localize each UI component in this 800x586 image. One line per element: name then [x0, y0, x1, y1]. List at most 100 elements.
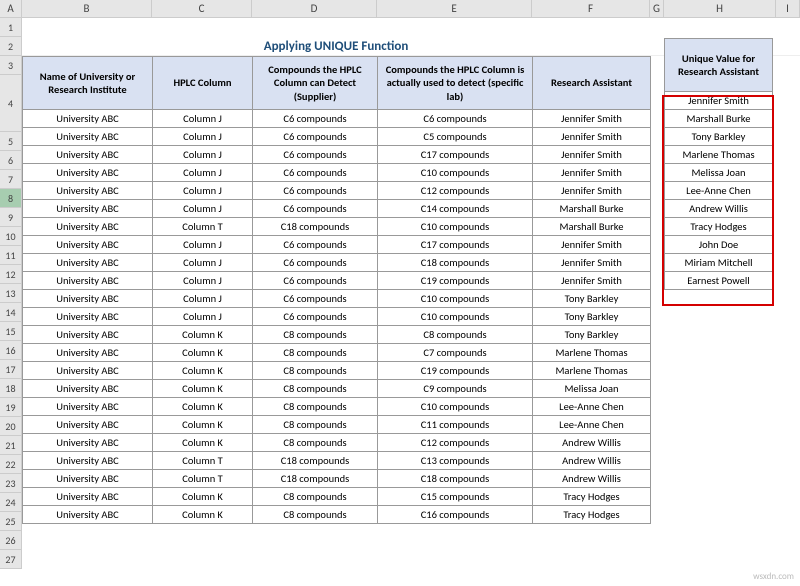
cell[interactable]: University ABC	[23, 254, 153, 272]
header-research-assistant[interactable]: Research Assistant	[533, 57, 651, 110]
cell[interactable]: C8 compounds	[253, 416, 378, 434]
unique-cell[interactable]: Andrew Willis	[665, 200, 773, 218]
cell[interactable]: Jennifer Smith	[533, 110, 651, 128]
cell[interactable]: C5 compounds	[378, 128, 533, 146]
col-header-B[interactable]: B	[22, 0, 152, 17]
row-header-19[interactable]: 19	[0, 398, 22, 417]
cell[interactable]: C8 compounds	[378, 326, 533, 344]
cell[interactable]: C6 compounds	[253, 308, 378, 326]
cell[interactable]: University ABC	[23, 110, 153, 128]
cell[interactable]: Jennifer Smith	[533, 128, 651, 146]
cell[interactable]: C8 compounds	[253, 506, 378, 524]
cell[interactable]: Tony Barkley	[533, 290, 651, 308]
cell[interactable]: University ABC	[23, 452, 153, 470]
cell[interactable]: Jennifer Smith	[533, 182, 651, 200]
cell[interactable]: Column K	[153, 362, 253, 380]
cell[interactable]: Jennifer Smith	[533, 272, 651, 290]
cell[interactable]: Column K	[153, 434, 253, 452]
cell[interactable]: University ABC	[23, 434, 153, 452]
cell[interactable]: Column J	[153, 146, 253, 164]
cell[interactable]: University ABC	[23, 218, 153, 236]
cell[interactable]: C6 compounds	[378, 110, 533, 128]
cell[interactable]: C8 compounds	[253, 344, 378, 362]
cell[interactable]: University ABC	[23, 470, 153, 488]
unique-cell[interactable]: John Doe	[665, 236, 773, 254]
row-header-22[interactable]: 22	[0, 455, 22, 474]
cell[interactable]: Column K	[153, 344, 253, 362]
cell[interactable]: C17 compounds	[378, 236, 533, 254]
row-header-10[interactable]: 10	[0, 227, 22, 246]
unique-cell[interactable]: Lee-Anne Chen	[665, 182, 773, 200]
cell[interactable]: Jennifer Smith	[533, 164, 651, 182]
row-header-8[interactable]: 8	[0, 189, 22, 208]
cell[interactable]: University ABC	[23, 146, 153, 164]
cell[interactable]: Marshall Burke	[533, 200, 651, 218]
cell[interactable]: Melissa Joan	[533, 380, 651, 398]
col-header-F[interactable]: F	[532, 0, 650, 17]
col-header-I[interactable]: I	[776, 0, 800, 17]
col-header-H[interactable]: H	[664, 0, 776, 17]
header-compounds-lab[interactable]: Compounds the HPLC Column is actually us…	[378, 57, 533, 110]
cell[interactable]: University ABC	[23, 362, 153, 380]
cell[interactable]: Column J	[153, 236, 253, 254]
cell[interactable]: Column K	[153, 380, 253, 398]
row-header-3[interactable]: 3	[0, 56, 22, 75]
col-header-G[interactable]: G	[650, 0, 664, 17]
row-header-1[interactable]: 1	[0, 18, 22, 37]
cell[interactable]: C7 compounds	[378, 344, 533, 362]
cell[interactable]: University ABC	[23, 272, 153, 290]
row-header-2[interactable]: 2	[0, 37, 22, 56]
cell[interactable]: C8 compounds	[253, 362, 378, 380]
cell[interactable]: Column K	[153, 506, 253, 524]
cell[interactable]: C10 compounds	[378, 290, 533, 308]
cell[interactable]: C19 compounds	[378, 272, 533, 290]
unique-cell[interactable]: Earnest Powell	[665, 272, 773, 290]
cell[interactable]: C6 compounds	[253, 128, 378, 146]
row-header-16[interactable]: 16	[0, 341, 22, 360]
row-header-15[interactable]: 15	[0, 322, 22, 341]
cell[interactable]: University ABC	[23, 236, 153, 254]
unique-cell[interactable]: Marlene Thomas	[665, 146, 773, 164]
cell[interactable]: C14 compounds	[378, 200, 533, 218]
unique-cell[interactable]: Tracy Hodges	[665, 218, 773, 236]
cell[interactable]: Column J	[153, 200, 253, 218]
cell[interactable]: Lee-Anne Chen	[533, 416, 651, 434]
row-header-11[interactable]: 11	[0, 246, 22, 265]
cell[interactable]: Andrew Willis	[533, 452, 651, 470]
col-header-A[interactable]: A	[0, 0, 22, 17]
cell[interactable]: Column T	[153, 470, 253, 488]
row-header-27[interactable]: 27	[0, 550, 22, 569]
row-header-17[interactable]: 17	[0, 360, 22, 379]
cell[interactable]: C6 compounds	[253, 110, 378, 128]
cell[interactable]: University ABC	[23, 182, 153, 200]
row-header-6[interactable]: 6	[0, 151, 22, 170]
cell[interactable]: Column K	[153, 326, 253, 344]
cell[interactable]: Andrew Willis	[533, 470, 651, 488]
cell[interactable]: Column J	[153, 254, 253, 272]
unique-cell[interactable]: Marshall Burke	[665, 110, 773, 128]
cell[interactable]: Column T	[153, 452, 253, 470]
cell[interactable]: C11 compounds	[378, 416, 533, 434]
cell[interactable]: University ABC	[23, 506, 153, 524]
cell[interactable]: Tony Barkley	[533, 308, 651, 326]
cell[interactable]: University ABC	[23, 326, 153, 344]
cell[interactable]: C18 compounds	[378, 254, 533, 272]
cell[interactable]: University ABC	[23, 164, 153, 182]
cell[interactable]: C16 compounds	[378, 506, 533, 524]
cell[interactable]: Column J	[153, 182, 253, 200]
cell[interactable]: C10 compounds	[378, 218, 533, 236]
cell[interactable]: University ABC	[23, 416, 153, 434]
cell[interactable]: C12 compounds	[378, 434, 533, 452]
cell[interactable]: Column K	[153, 398, 253, 416]
cell[interactable]: Jennifer Smith	[533, 146, 651, 164]
row-header-24[interactable]: 24	[0, 493, 22, 512]
row-header-4[interactable]: 4	[0, 75, 22, 132]
cell[interactable]: Tracy Hodges	[533, 506, 651, 524]
row-header-5[interactable]: 5	[0, 132, 22, 151]
cell[interactable]: Lee-Anne Chen	[533, 398, 651, 416]
cell[interactable]: Column J	[153, 128, 253, 146]
cell[interactable]: C8 compounds	[253, 488, 378, 506]
cell[interactable]: C8 compounds	[253, 380, 378, 398]
col-header-C[interactable]: C	[152, 0, 252, 17]
cell[interactable]: C6 compounds	[253, 182, 378, 200]
